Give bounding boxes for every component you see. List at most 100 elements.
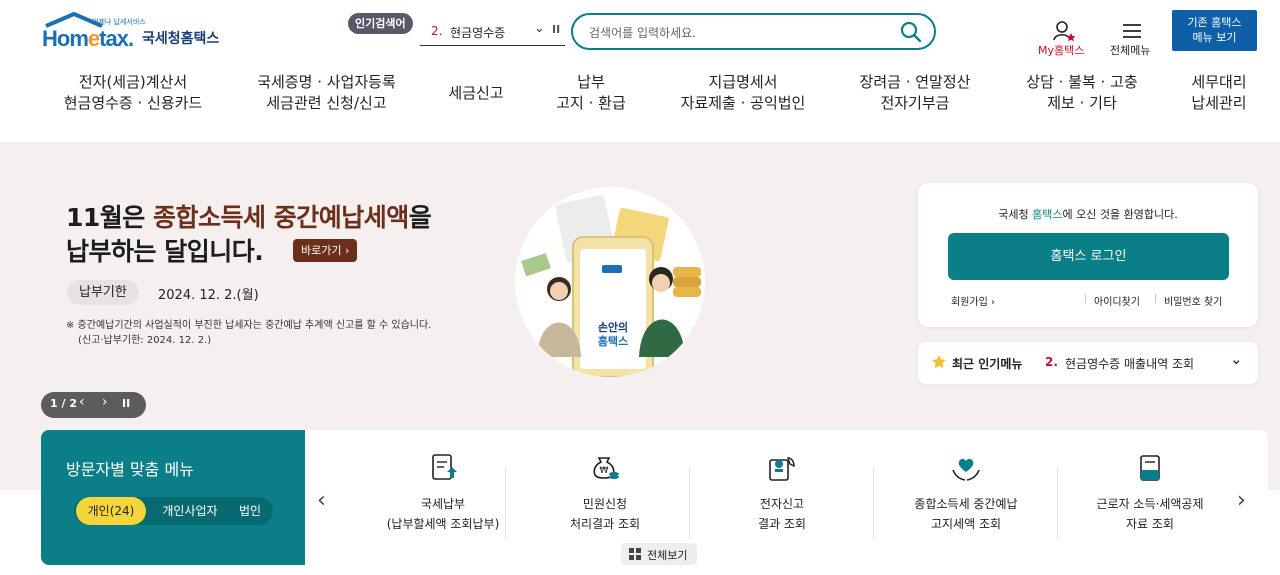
- signup-link[interactable]: 회원가입 ›: [951, 293, 995, 308]
- money-bag-coins-icon: ₩: [593, 457, 619, 479]
- hero-title-line2: 납부하는 달입니다.: [66, 237, 264, 266]
- divider: [873, 468, 874, 538]
- hero-title-part: 11월은: [66, 203, 153, 232]
- quick-menu: ‹ › 국세납부 (납부할세액 조회납부) ₩ 민원신청 처리결과 조회 전자신…: [305, 430, 1268, 565]
- quick-item-e-filing[interactable]: 전자신고 결과 조회: [697, 446, 867, 534]
- popular-keyword-rank: 2.: [431, 24, 443, 38]
- illus-text-line1: 손안의: [598, 320, 628, 334]
- pause-icon[interactable]: II: [552, 23, 560, 36]
- quick-item-line2: 결과 조회: [758, 517, 806, 531]
- pager-count: 1 / 2: [50, 397, 77, 410]
- gnb-line1: 전자(세금)계산서: [78, 73, 188, 91]
- logo-wordmark: Hometax.: [42, 26, 134, 51]
- quick-item-interim-prepayment[interactable]: 종합소득세 중간예납 고지세액 조회: [881, 446, 1051, 534]
- recent-popular-menu[interactable]: 최근 인기메뉴 2. 현금영수증 매출내역 조회 ⌄: [918, 342, 1258, 384]
- pause-icon[interactable]: II: [122, 397, 130, 410]
- gnb-item-e-invoice[interactable]: 전자(세금)계산서 현금영수증 · 신용카드: [60, 72, 206, 114]
- svg-text:₩: ₩: [600, 466, 609, 476]
- gnb-line1: 상담 · 불복 · 고충: [1026, 73, 1138, 91]
- hero-note: ※ 중간예납기간의 사업실적이 부진한 납세자는 중간예납 추계액 신고를 할 …: [66, 318, 431, 348]
- illus-text-line2: 홈택스: [598, 334, 628, 348]
- divider: [505, 468, 506, 538]
- old-hometax-line2: 메뉴 보기: [1192, 31, 1237, 44]
- hometax-logo[interactable]: 언제나 납세서비스 Hometax. 국세청홈택스: [42, 12, 232, 52]
- gnb-item-payment-statement[interactable]: 지급명세서 자료제출 · 공익법인: [677, 72, 809, 114]
- certificate-document-icon: [1140, 455, 1160, 481]
- divider: [689, 468, 690, 538]
- logo-subtitle: 국세청홈택스: [142, 31, 220, 47]
- gnb-item-consultation[interactable]: 상담 · 불복 · 고충 제보 · 기타: [1021, 72, 1143, 114]
- hero-note-line1: ※ 중간예납기간의 사업실적이 부진한 납세자는 중간예납 추계액 신고를 할 …: [66, 320, 432, 331]
- next-arrow-icon[interactable]: ›: [1237, 488, 1246, 513]
- quick-item-civil-request[interactable]: ₩ 민원신청 처리결과 조회: [520, 446, 690, 534]
- popular-keyword-ticker[interactable]: 2. 현금영수증 ⌄ II: [420, 20, 565, 46]
- welcome-message: 국세청 홈택스에 오신 것을 환영합니다.: [918, 206, 1258, 222]
- quick-item-line2: 고지세액 조회: [930, 517, 1002, 531]
- gnb-line2: 현금영수증 · 신용카드: [63, 94, 203, 112]
- divider: [1057, 468, 1058, 538]
- chevron-down-icon[interactable]: ⌄: [1230, 350, 1243, 368]
- recent-popular-rank: 2.: [1045, 355, 1058, 369]
- divider: |: [1084, 293, 1088, 304]
- banner-pager: 1 / 2 ‹ › II: [41, 392, 146, 418]
- user-icon: [1053, 21, 1076, 42]
- divider: |: [1154, 293, 1158, 304]
- quick-item-line1: 민원신청: [582, 497, 628, 511]
- hamburger-icon: [1123, 24, 1141, 38]
- gnb-line2: 고지 · 환급: [556, 94, 626, 112]
- quick-item-worker-deduction[interactable]: 근로자 소득·세액공제 자료 조회: [1065, 446, 1235, 534]
- deadline-label: 납부기한: [67, 280, 139, 305]
- recent-popular-item[interactable]: 현금영수증 매출내역 조회: [1065, 355, 1194, 372]
- prev-arrow-icon[interactable]: ‹: [79, 394, 85, 410]
- quick-item-line2: 처리결과 조회: [569, 517, 641, 531]
- quick-item-line1: 전자신고: [759, 497, 805, 511]
- quick-item-tax-payment[interactable]: 국세납부 (납부할세액 조회납부): [358, 446, 528, 534]
- hero-illustration: 손안의 홈택스: [515, 187, 705, 377]
- search-input[interactable]: 검색어를 입력하세요.: [589, 24, 696, 41]
- tab-corporation[interactable]: 법인: [230, 497, 270, 525]
- search-icon[interactable]: [900, 21, 922, 43]
- hero-note-line2: (신고·납부기한: 2024. 12. 2.): [78, 335, 212, 346]
- chevron-down-icon[interactable]: ⌄: [534, 21, 545, 36]
- login-button[interactable]: 홈택스 로그인: [948, 233, 1229, 280]
- prev-arrow-icon[interactable]: ‹: [317, 488, 326, 513]
- tab-individual[interactable]: 개인(24): [76, 497, 146, 525]
- popular-keyword-term[interactable]: 현금영수증: [450, 24, 505, 41]
- mobile-hometax-illustration: 손안의 홈택스: [521, 195, 701, 377]
- old-hometax-button[interactable]: 기존 홈택스 메뉴 보기: [1172, 10, 1257, 51]
- star-icon: [932, 355, 946, 369]
- find-id-link[interactable]: 아이디찾기: [1094, 293, 1140, 308]
- gnb-item-incentive[interactable]: 장려금 · 연말정산 전자기부금: [856, 72, 974, 114]
- gnb-item-tax-agent[interactable]: 세무대리 납세관리: [1188, 72, 1250, 114]
- gnb-line1: 세무대리: [1191, 73, 1247, 91]
- login-panel: 국세청 홈택스에 오신 것을 환영합니다. 홈택스 로그인 회원가입 › | 아…: [918, 183, 1258, 327]
- gnb-item-certificate[interactable]: 국세증명 · 사업자등록 세금관련 신청/신고: [254, 72, 399, 114]
- stamp-document-icon: [769, 457, 795, 481]
- hands-heart-icon: [952, 458, 980, 481]
- gnb-line1: 장려금 · 연말정산: [859, 73, 971, 91]
- visitor-custom-menu: 방문자별 맞춤 메뉴 개인(24) 개인사업자 법인: [41, 430, 305, 565]
- all-menu-label: 전체메뉴: [1110, 44, 1151, 57]
- visitor-tabs: 개인(24) 개인사업자 법인: [74, 497, 273, 525]
- quick-item-line1: 근로자 소득·세액공제: [1096, 497, 1204, 511]
- find-password-link[interactable]: 비밀번호 찾기: [1164, 293, 1222, 308]
- tab-sole-proprietor[interactable]: 개인사업자: [150, 497, 230, 525]
- search-bar[interactable]: 검색어를 입력하세요.: [571, 13, 936, 50]
- goto-button[interactable]: 바로가기 ›: [293, 239, 358, 262]
- next-arrow-icon[interactable]: ›: [102, 394, 108, 410]
- gnb-line2: 전자기부금: [880, 94, 950, 112]
- gnb-line2: 납세관리: [1191, 94, 1247, 112]
- popular-keyword-badge: 인기검색어: [348, 13, 413, 34]
- welcome-highlight: 홈택스: [1032, 208, 1063, 221]
- view-all-button[interactable]: 전체보기: [621, 543, 697, 565]
- welcome-part: 국세청: [998, 208, 1033, 221]
- hero-title-accent: 종합소득세 중간예납세액: [153, 203, 409, 232]
- gnb-item-payment[interactable]: 납부 고지 · 환급: [552, 72, 630, 114]
- quick-item-line1: 종합소득세 중간예납: [914, 497, 1018, 511]
- gnb-item-tax-return[interactable]: 세금신고: [446, 83, 506, 104]
- gnb-line1: 납부: [577, 73, 605, 91]
- global-navigation: 전자(세금)계산서 현금영수증 · 신용카드 국세증명 · 사업자등록 세금관련…: [0, 72, 1280, 118]
- quick-item-line2: 자료 조회: [1126, 517, 1174, 531]
- gnb-line1: 국세증명 · 사업자등록: [257, 73, 396, 91]
- visitor-menu-title: 방문자별 맞춤 메뉴: [66, 460, 194, 479]
